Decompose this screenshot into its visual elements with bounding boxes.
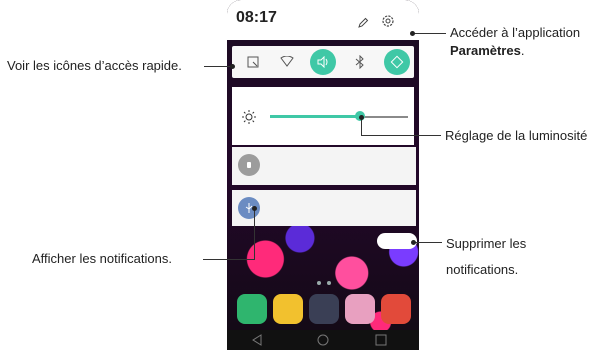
leader-line: [361, 135, 441, 136]
home-icon: [317, 334, 329, 346]
gallery-app-icon[interactable]: [345, 294, 375, 324]
leader-line: [254, 208, 255, 260]
rotation-icon[interactable]: [384, 49, 410, 75]
leader-line: [203, 259, 255, 260]
wifi-icon[interactable]: [274, 49, 300, 75]
quick-settings-bar: [232, 46, 414, 78]
screen-capture-icon[interactable]: [240, 49, 266, 75]
callout-quick-access: Voir les icônes d’accès rapide.: [7, 58, 182, 73]
app-dock: [235, 292, 411, 326]
page-indicator: [314, 272, 334, 290]
callout-settings: Accéder à l’application Paramètres.: [450, 25, 581, 58]
leader-dot: [230, 64, 235, 69]
leader-dot: [359, 115, 364, 120]
navigation-bar: [227, 330, 419, 350]
chrome-app-icon[interactable]: [381, 294, 411, 324]
gear-icon[interactable]: [380, 13, 396, 34]
phone-app-icon[interactable]: [237, 294, 267, 324]
status-bar: 08:17: [227, 0, 419, 40]
edit-pencil-icon[interactable]: [357, 16, 369, 34]
phone-screen: 08:17: [227, 0, 419, 350]
callout-notifications: Afficher les notifications.: [32, 251, 172, 266]
callout-brightness: Réglage de la luminosité: [445, 128, 588, 143]
status-time: 08:17: [236, 9, 277, 26]
messages-app-icon[interactable]: [273, 294, 303, 324]
recents-icon: [375, 334, 387, 346]
back-icon: [252, 334, 262, 346]
leader-line: [414, 33, 446, 34]
camera-app-icon[interactable]: [309, 294, 339, 324]
brightness-icon: [241, 109, 257, 130]
brightness-fill: [270, 115, 360, 118]
leader-dot: [410, 31, 415, 36]
notification-card[interactable]: [232, 190, 416, 226]
leader-dot: [252, 206, 257, 211]
leader-dot: [411, 240, 416, 245]
leader-line: [415, 242, 442, 243]
brightness-panel: [232, 87, 414, 145]
notification-app-icon: [238, 154, 260, 176]
notification-card[interactable]: [232, 147, 416, 185]
sound-icon[interactable]: [310, 49, 336, 75]
bluetooth-icon[interactable]: [347, 49, 373, 75]
leader-line: [204, 66, 232, 67]
callout-clear: Supprimer les notifications.: [446, 236, 527, 277]
